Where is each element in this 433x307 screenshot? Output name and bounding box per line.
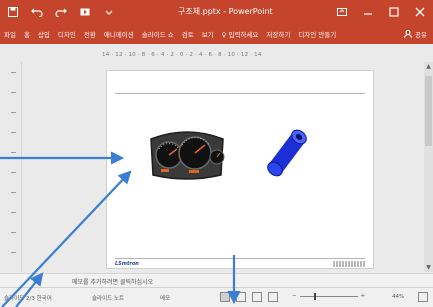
view-buttons — [220, 292, 278, 302]
scroll-up-icon[interactable]: ▲ — [424, 62, 433, 71]
tab-home[interactable]: 홈 — [24, 29, 30, 39]
tab-file[interactable]: 파일 — [4, 29, 16, 39]
ruler-tick — [11, 92, 16, 93]
zoom-slider-knob[interactable] — [313, 292, 316, 300]
fit-to-window-icon[interactable] — [418, 292, 428, 302]
tab-design-maker[interactable]: 디자인 만들기 — [298, 29, 336, 39]
tab-list: 파일 홈 삽입 디자인 전환 애니메이션 슬라이드 쇼 검토 보기 ♀ 입력하세… — [4, 29, 336, 39]
ruler-tick — [11, 212, 16, 213]
reading-view-icon[interactable] — [252, 292, 262, 302]
ruler-scale: 14 · 12 · 10 · 8 · 6 · 4 · 2 · 0 · 2 · 4… — [102, 52, 262, 58]
quick-access-toolbar — [6, 4, 126, 20]
slide-number-status: 슬라이드 2/3 한국어 — [4, 294, 52, 302]
customize-toolbar-icon[interactable] — [102, 5, 116, 19]
save-icon[interactable] — [6, 5, 20, 19]
footer-note — [333, 261, 365, 267]
close-icon[interactable] — [407, 0, 433, 24]
tab-save[interactable]: 저장하기 — [266, 29, 290, 39]
vertical-ruler — [0, 62, 22, 272]
slide-footer-line — [115, 258, 365, 259]
comments-toggle-button[interactable]: 메모 — [160, 294, 170, 302]
notes-pane[interactable]: 메모를 추가하려면 클릭하십시오 — [0, 273, 433, 287]
person-icon — [404, 30, 413, 38]
ruler-tick — [11, 72, 16, 73]
share-label: 공유 — [415, 31, 427, 39]
zoom-control: − + — [292, 292, 366, 300]
redo-icon[interactable] — [54, 5, 68, 19]
tab-insert[interactable]: 삽입 — [38, 29, 50, 39]
horizontal-ruler: 14 · 12 · 10 · 8 · 6 · 4 · 2 · 0 · 2 · 4… — [22, 50, 422, 62]
start-from-beginning-icon[interactable] — [78, 5, 92, 19]
tab-animations[interactable]: 애니메이션 — [104, 29, 134, 39]
company-logo: LSmtron — [115, 261, 139, 267]
slide-header-line — [115, 93, 365, 94]
ruler-tick — [11, 192, 16, 193]
notes-placeholder: 메모를 추가하려면 클릭하십시오 — [72, 279, 154, 286]
scroll-down-icon[interactable]: ▼ — [424, 263, 433, 272]
tab-view[interactable]: 보기 — [202, 29, 214, 39]
instrument-cluster-image[interactable] — [147, 125, 227, 183]
tab-review[interactable]: 검토 — [182, 29, 194, 39]
scrollbar-thumb[interactable] — [425, 76, 432, 146]
zoom-level[interactable]: 44% — [392, 294, 404, 300]
slide-canvas[interactable]: LSmtron — [106, 70, 374, 269]
window-title: 구조체.pptx - PowerPoint — [178, 7, 273, 16]
ruler-tick — [11, 232, 16, 233]
ribbon-display-options-icon[interactable] — [329, 0, 355, 24]
status-bar: 슬라이드 2/3 한국어 슬라이드 노트 메모 − + 44% — [0, 287, 433, 307]
tab-transitions[interactable]: 전환 — [84, 29, 96, 39]
maximize-icon[interactable] — [381, 0, 407, 24]
slide-info: 슬라이드 2/3 — [4, 296, 35, 302]
normal-view-icon[interactable] — [220, 292, 230, 302]
tab-design[interactable]: 디자인 — [58, 29, 76, 39]
powerpoint-window: 구조체.pptx - PowerPoint 파일 홈 삽입 디자인 전환 애니메… — [0, 0, 433, 307]
ribbon-tabs: 파일 홈 삽입 디자인 전환 애니메이션 슬라이드 쇼 검토 보기 ♀ 입력하세… — [0, 24, 433, 44]
zoom-out-icon[interactable]: − — [292, 293, 297, 299]
ruler-tick — [11, 172, 16, 173]
ruler-tick — [11, 252, 16, 253]
undo-icon[interactable] — [30, 5, 44, 19]
tell-me-search[interactable]: ♀ 입력하세요 — [222, 29, 259, 39]
share-button[interactable]: 공유 — [404, 29, 427, 39]
window-controls — [329, 0, 433, 24]
language-status: 한국어 — [36, 296, 52, 302]
minimize-icon[interactable] — [355, 0, 381, 24]
ruler-tick — [11, 112, 16, 113]
vertical-scrollbar[interactable]: ▲ ▼ — [424, 62, 433, 272]
tab-slideshow[interactable]: 슬라이드 쇼 — [142, 29, 174, 39]
zoom-in-icon[interactable]: + — [361, 293, 366, 299]
ruler-tick — [11, 132, 16, 133]
ruler-tick — [11, 152, 16, 153]
title-bar: 구조체.pptx - PowerPoint — [0, 0, 433, 24]
slideshow-view-icon[interactable] — [268, 292, 278, 302]
notes-toggle-button[interactable]: 슬라이드 노트 — [92, 294, 124, 302]
slide-sorter-view-icon[interactable] — [236, 292, 246, 302]
zoom-slider[interactable] — [299, 292, 358, 300]
blue-cylinder-image[interactable] — [257, 124, 309, 182]
